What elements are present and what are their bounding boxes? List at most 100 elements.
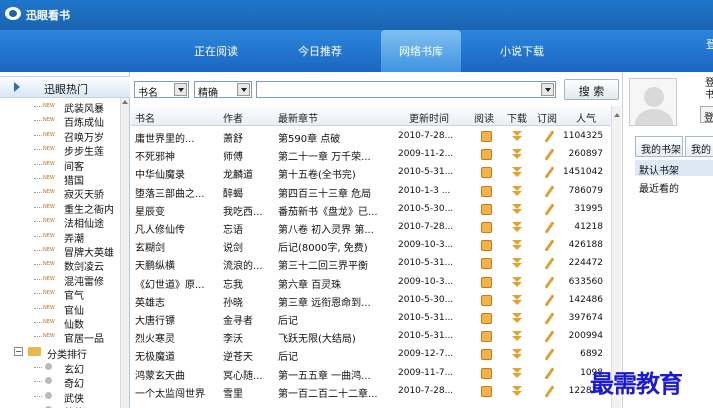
- chevron-down-icon[interactable]: [237, 83, 250, 96]
- tab-novel-download[interactable]: 小说下载: [500, 43, 544, 59]
- tab-now-reading[interactable]: 正在阅读: [194, 43, 238, 59]
- subscribe-pencil-icon[interactable]: [544, 294, 555, 307]
- tab-my-other[interactable]: 我的: [685, 136, 713, 156]
- table-row[interactable]: 星辰变 我吃西... 番茄新书《盘龙》已... 2010-5-30... 31995: [131, 200, 611, 219]
- search-input[interactable]: [256, 81, 556, 98]
- table-row[interactable]: 鸿蒙玄天曲 冥心随... 第一五五章 一曲鸿... 2009-11-7... 1098: [131, 364, 611, 383]
- subscribe-pencil-icon[interactable]: [544, 203, 555, 216]
- search-button[interactable]: 搜 索: [564, 79, 619, 100]
- hot-book-item[interactable]: NEW 法相仙途: [0, 214, 120, 230]
- read-book-icon[interactable]: [481, 203, 492, 215]
- col-download[interactable]: 下载: [507, 110, 527, 125]
- shelf-item-recent[interactable]: 最近看的: [639, 180, 679, 195]
- col-subscribe[interactable]: 订阅: [537, 110, 557, 125]
- category-item[interactable]: 仙侠: [0, 403, 120, 408]
- read-book-icon[interactable]: [481, 331, 492, 343]
- table-row[interactable]: 《幻世道》原... 忘我 第六章 百灵珠 2009-10-3... 633560: [131, 273, 611, 292]
- chevron-down-icon[interactable]: [174, 83, 187, 96]
- subscribe-pencil-icon[interactable]: [544, 166, 555, 180]
- read-book-icon[interactable]: [481, 367, 492, 379]
- col-update-time[interactable]: 更新时间: [409, 110, 449, 125]
- category-item[interactable]: 玄幻: [0, 360, 120, 376]
- subscribe-pencil-icon[interactable]: [544, 366, 555, 380]
- table-row[interactable]: 无极魔道 逆苍天 后记 2009-12-7... 6892: [131, 345, 611, 364]
- hot-book-item[interactable]: NEW 重生之衙内: [0, 200, 120, 216]
- category-item[interactable]: 奇幻: [0, 374, 120, 390]
- table-row[interactable]: 一个太监闯世界 雪里 第一百二百二十二章... 2010-7-28... 122830: [131, 382, 611, 401]
- hot-book-item[interactable]: NEW 冒牌大英雄: [0, 243, 120, 259]
- table-row[interactable]: 烈火寒灵 李沃 飞跃无限(大结局) 2010-5-31... 200994: [131, 327, 611, 346]
- read-book-icon[interactable]: [481, 240, 492, 252]
- download-icon[interactable]: [511, 185, 523, 197]
- download-icon[interactable]: [511, 131, 523, 142]
- read-book-icon[interactable]: [481, 149, 492, 161]
- read-book-icon[interactable]: [481, 167, 492, 179]
- download-icon[interactable]: [511, 294, 523, 306]
- hot-book-item[interactable]: NEW 召唤万岁: [0, 128, 120, 144]
- category-ranking-node[interactable]: − 分类排行: [14, 345, 120, 361]
- read-book-icon[interactable]: [481, 222, 492, 233]
- subscribe-pencil-icon[interactable]: [544, 348, 555, 362]
- table-row[interactable]: 堕落三部曲之... 醉蝎 第四百三十三章 危局 2010-1-3 ... 786079: [131, 182, 611, 201]
- read-book-icon[interactable]: [481, 185, 492, 197]
- read-book-icon[interactable]: [481, 385, 492, 397]
- header-login-text[interactable]: 登: [706, 36, 713, 52]
- col-popularity[interactable]: 人气: [576, 110, 596, 125]
- subscribe-pencil-icon[interactable]: [544, 385, 555, 398]
- match-mode-select[interactable]: 精确: [194, 81, 252, 99]
- col-read[interactable]: 阅读: [474, 110, 494, 125]
- scroll-up-icon[interactable]: [614, 113, 620, 117]
- search-field-select[interactable]: 书名: [134, 81, 189, 99]
- tab-my-shelf[interactable]: 我的书架: [635, 136, 683, 156]
- hot-books-header[interactable]: 迅眼热门: [0, 76, 130, 98]
- download-icon[interactable]: [511, 222, 523, 233]
- table-scrollbar[interactable]: [611, 106, 621, 408]
- read-book-icon[interactable]: [481, 276, 492, 288]
- hot-book-item[interactable]: NEW 混沌雷修: [0, 272, 120, 288]
- hot-book-item[interactable]: NEW 武装风暴: [0, 99, 120, 115]
- hot-book-item[interactable]: NEW 寂灭天骄: [0, 185, 120, 201]
- download-icon[interactable]: [511, 385, 523, 397]
- download-icon[interactable]: [511, 203, 523, 215]
- col-latest-chapter[interactable]: 最新章节: [278, 110, 318, 125]
- scroll-up-icon[interactable]: [122, 100, 128, 104]
- subscribe-pencil-icon[interactable]: [544, 221, 555, 234]
- read-book-icon[interactable]: [481, 258, 492, 270]
- table-row[interactable]: 天鹏纵横 流浪的... 第三十二回三界平衡 2010-5-31... 224472: [131, 254, 611, 273]
- chevron-down-icon[interactable]: [541, 83, 554, 96]
- collapse-icon[interactable]: −: [14, 347, 23, 356]
- subscribe-pencil-icon[interactable]: [544, 312, 555, 325]
- download-icon[interactable]: [511, 367, 523, 379]
- hot-book-item[interactable]: NEW 百炼成仙: [0, 113, 120, 129]
- download-icon[interactable]: [511, 276, 523, 288]
- read-book-icon[interactable]: [481, 294, 492, 306]
- shelf-item-default[interactable]: 默认书架: [635, 160, 713, 177]
- hot-book-item[interactable]: NEW 弄潮: [0, 229, 120, 245]
- hot-book-item[interactable]: NEW 官居一品: [0, 329, 120, 345]
- subscribe-pencil-icon[interactable]: [544, 239, 555, 252]
- category-item[interactable]: 武侠: [0, 389, 120, 405]
- table-row[interactable]: 不死邪神 师傅 第二十一章 万千荣... 2009-11-2... 260897: [131, 145, 611, 164]
- table-row[interactable]: 庸世界里的... 萧舒 第590章 点破 2010-7-28... 1104325: [131, 127, 611, 146]
- subscribe-pencil-icon[interactable]: [544, 275, 555, 289]
- read-book-icon[interactable]: [481, 313, 492, 324]
- download-icon[interactable]: [511, 313, 523, 324]
- col-author[interactable]: 作者: [223, 110, 243, 125]
- subscribe-pencil-icon[interactable]: [544, 330, 555, 343]
- read-book-icon[interactable]: [481, 131, 492, 142]
- download-icon[interactable]: [511, 258, 523, 269]
- left-scrollbar[interactable]: [120, 98, 129, 408]
- hot-book-item[interactable]: NEW 间客: [0, 157, 120, 173]
- hot-book-item[interactable]: NEW 官气: [0, 286, 120, 302]
- subscribe-pencil-icon[interactable]: [544, 130, 555, 143]
- table-row[interactable]: 玄糊剑 说剑 后记(8000字, 免费) 2009-10-3... 426188: [131, 236, 611, 255]
- table-row[interactable]: 中华仙魔录 龙麟道 第十五卷(全书完) 2010-5-31... 1451042: [131, 163, 611, 182]
- download-icon[interactable]: [511, 167, 523, 178]
- login-button[interactable]: 登: [700, 106, 713, 124]
- col-title[interactable]: 书名: [135, 110, 155, 125]
- tab-today-recommend[interactable]: 今日推荐: [298, 43, 342, 59]
- download-icon[interactable]: [511, 240, 523, 251]
- table-row[interactable]: 英雄志 孙晓 第三章 远衔恩命到... 2010-5-30... 142486: [131, 291, 611, 310]
- hot-book-item[interactable]: NEW 步步生莲: [0, 142, 120, 158]
- subscribe-pencil-icon[interactable]: [544, 184, 555, 198]
